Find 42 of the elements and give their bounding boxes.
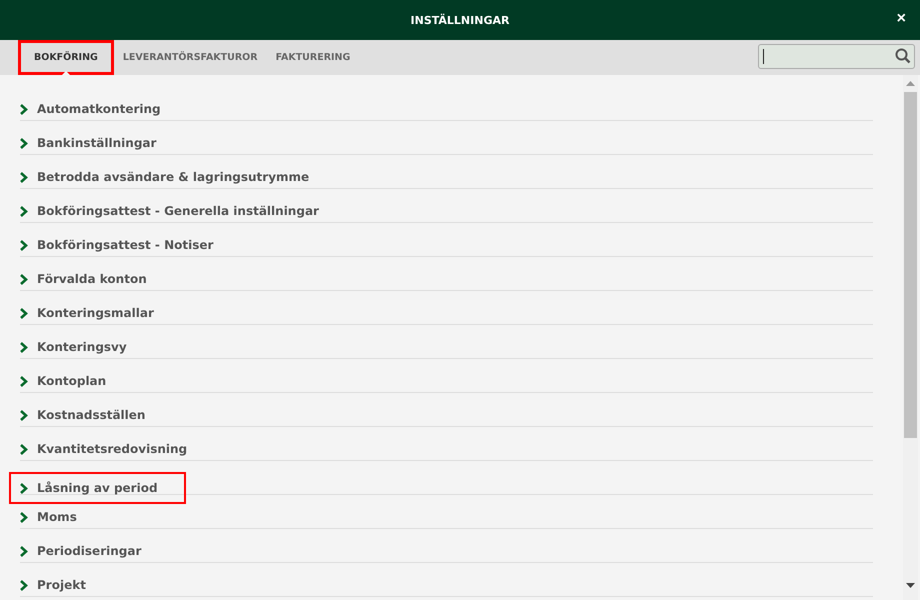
search-field[interactable] (758, 44, 915, 69)
settings-item[interactable]: Förvalda konton (9, 270, 158, 288)
tab[interactable]: FAKTURERING (266, 40, 360, 75)
chevron-icon (20, 546, 28, 556)
chevron-icon (20, 376, 28, 386)
chevron-icon (20, 172, 28, 182)
settings-item[interactable]: Bankinställningar (9, 134, 168, 152)
settings-item[interactable]: Periodiseringar (9, 542, 152, 560)
chevron-icon (20, 308, 28, 318)
chevron-icon (20, 104, 28, 114)
text-cursor (763, 49, 764, 64)
chevron-icon (20, 206, 28, 216)
window-title: INSTÄLLNINGAR (410, 14, 510, 26)
chevron-icon (20, 580, 28, 590)
scroll-down-icon[interactable] (906, 583, 915, 588)
settings-item[interactable]: Automatkontering (9, 100, 172, 118)
settings-item[interactable]: Kvantitetsredovisning (9, 440, 198, 458)
settings-item[interactable]: Konteringsmallar (9, 304, 165, 322)
settings-item[interactable]: Låsning av period (9, 472, 186, 504)
scrollbar[interactable] (903, 75, 918, 600)
scroll-up-icon[interactable] (906, 81, 915, 86)
chevron-icon (20, 138, 28, 148)
chevron-icon (20, 274, 28, 284)
settings-item[interactable]: Betrodda avsändare & lagringsutrymme (9, 168, 320, 186)
tab[interactable]: BOKFÖRING (18, 40, 114, 75)
settings-item[interactable]: Projekt (9, 576, 97, 594)
settings-item[interactable]: Kostnadsställen (9, 406, 156, 424)
chevron-icon (20, 482, 28, 494)
settings-item[interactable]: Moms (9, 508, 88, 526)
chevron-icon (20, 410, 28, 420)
chevron-icon (20, 512, 28, 522)
close-button[interactable]: × (894, 11, 908, 27)
chevron-icon (20, 240, 28, 250)
settings-item[interactable]: Bokföringsattest - Notiser (9, 236, 224, 254)
tab[interactable]: LEVERANTÖRSFAKTUROR (114, 40, 267, 75)
settings-item[interactable]: Kontoplan (9, 372, 118, 390)
chevron-icon (20, 444, 28, 454)
settings-item[interactable]: Konteringsvy (9, 338, 138, 356)
search-icon[interactable] (895, 48, 911, 64)
settings-item[interactable]: Bokföringsattest - Generella inställningar (9, 202, 330, 220)
chevron-icon (20, 342, 28, 352)
scrollbar-thumb[interactable] (904, 92, 917, 438)
